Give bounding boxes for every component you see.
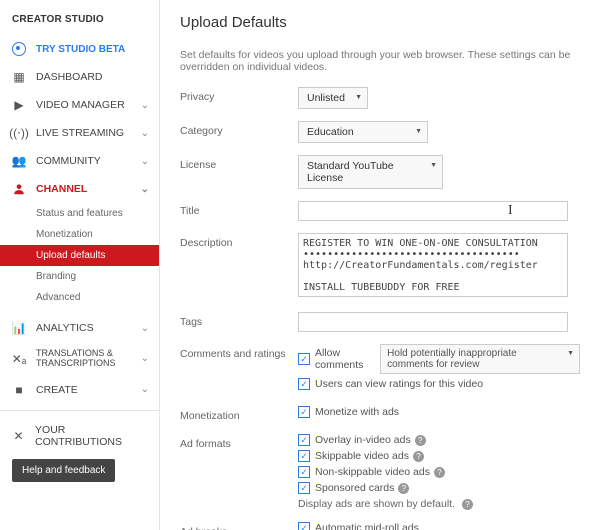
title-label: Title — [180, 201, 298, 217]
nav-video-manager-label: VIDEO MANAGER — [36, 99, 125, 111]
chevron-down-icon: ⌄ — [141, 384, 149, 395]
adformats-label: Ad formats — [180, 434, 298, 450]
nav-community-label: COMMUNITY — [36, 155, 101, 167]
help-feedback-button[interactable]: Help and feedback — [12, 459, 115, 482]
license-dropdown[interactable]: Standard YouTube License — [298, 155, 443, 189]
nonskippable-ads-text: Non-skippable video ads — [315, 466, 430, 478]
category-dropdown[interactable]: Education — [298, 121, 428, 143]
sponsored-cards-text: Sponsored cards — [315, 482, 394, 494]
help-icon[interactable]: ? — [462, 499, 473, 510]
nav-channel[interactable]: CHANNEL ⌄ — [0, 175, 159, 203]
nav-analytics-label: ANALYTICS — [36, 322, 94, 334]
text-cursor-icon: I — [508, 203, 513, 219]
license-label: License — [180, 155, 298, 171]
ratings-checkbox[interactable] — [298, 378, 310, 390]
comments-label: Comments and ratings — [180, 344, 298, 360]
sub-monetization[interactable]: Monetization — [0, 224, 159, 245]
live-icon: ((⋅)) — [12, 126, 26, 140]
chevron-down-icon: ⌄ — [141, 353, 149, 364]
nav-contributions[interactable]: ✕ YOUR CONTRIBUTIONS — [0, 417, 159, 455]
sub-status[interactable]: Status and features — [0, 203, 159, 224]
nav-video-manager[interactable]: ▶ VIDEO MANAGER ⌄ — [0, 91, 159, 119]
sub-advanced[interactable]: Advanced — [0, 287, 159, 308]
privacy-dropdown[interactable]: Unlisted — [298, 87, 368, 109]
display-ads-note: Display ads are shown by default. — [298, 498, 455, 510]
analytics-icon: 📊 — [12, 321, 26, 335]
dashboard-icon: ▦ — [12, 70, 26, 84]
sidebar-title: CREATOR STUDIO — [0, 8, 159, 35]
nav-live-streaming[interactable]: ((⋅)) LIVE STREAMING ⌄ — [0, 119, 159, 147]
nav-try-beta-label: TRY STUDIO BETA — [36, 44, 125, 55]
translate-icon: ✕ₐ — [12, 352, 26, 366]
contrib-icon: ✕ — [12, 429, 25, 443]
category-label: Category — [180, 121, 298, 137]
nav-create[interactable]: ■ CREATE ⌄ — [0, 376, 159, 404]
help-icon[interactable]: ? — [398, 483, 409, 494]
main-content: Upload Defaults Set defaults for videos … — [160, 0, 600, 530]
monetize-text: Monetize with ads — [315, 406, 399, 418]
tags-label: Tags — [180, 312, 298, 328]
ratings-text: Users can view ratings for this video — [315, 378, 483, 390]
nav-contributions-label: YOUR CONTRIBUTIONS — [35, 424, 147, 448]
nav-dashboard-label: DASHBOARD — [36, 71, 103, 83]
nav-translations[interactable]: ✕ₐ TRANSLATIONS & TRANSCRIPTIONS ⌄ — [0, 342, 159, 376]
help-icon[interactable]: ? — [415, 435, 426, 446]
skippable-ads-text: Skippable video ads — [315, 450, 409, 462]
privacy-label: Privacy — [180, 87, 298, 103]
monetization-label: Monetization — [180, 406, 298, 422]
midroll-text: Automatic mid-roll ads — [315, 522, 419, 530]
adbreaks-label: Ad breaks — [180, 522, 298, 530]
chevron-down-icon: ⌄ — [141, 184, 149, 195]
community-icon: 👥 — [12, 154, 26, 168]
title-input[interactable] — [298, 201, 568, 221]
description-textarea[interactable] — [298, 233, 568, 297]
description-label: Description — [180, 233, 298, 249]
sub-upload-defaults[interactable]: Upload defaults — [0, 245, 159, 266]
channel-icon — [12, 182, 26, 196]
sponsored-cards-checkbox[interactable] — [298, 482, 310, 494]
nav-translations-label: TRANSLATIONS & TRANSCRIPTIONS — [36, 349, 147, 369]
help-icon[interactable]: ? — [434, 467, 445, 478]
allow-comments-checkbox[interactable] — [298, 353, 310, 365]
overlay-ads-text: Overlay in-video ads — [315, 434, 411, 446]
skippable-ads-checkbox[interactable] — [298, 450, 310, 462]
nav-community[interactable]: 👥 COMMUNITY ⌄ — [0, 147, 159, 175]
allow-comments-text: Allow comments — [315, 347, 374, 371]
chevron-down-icon: ⌄ — [141, 323, 149, 334]
sub-branding[interactable]: Branding — [0, 266, 159, 287]
gear-icon — [12, 42, 26, 56]
sidebar: CREATOR STUDIO TRY STUDIO BETA ▦ DASHBOA… — [0, 0, 160, 530]
nav-dashboard[interactable]: ▦ DASHBOARD — [0, 63, 159, 91]
midroll-checkbox[interactable] — [298, 522, 310, 530]
moderation-dropdown[interactable]: Hold potentially inappropriate comments … — [380, 344, 580, 374]
nav-channel-label: CHANNEL — [36, 183, 87, 195]
create-icon: ■ — [12, 383, 26, 397]
intro-text: Set defaults for videos you upload throu… — [180, 49, 580, 73]
overlay-ads-checkbox[interactable] — [298, 434, 310, 446]
help-icon[interactable]: ? — [413, 451, 424, 462]
nav-analytics[interactable]: 📊 ANALYTICS ⌄ — [0, 314, 159, 342]
chevron-down-icon: ⌄ — [141, 128, 149, 139]
nonskippable-ads-checkbox[interactable] — [298, 466, 310, 478]
page-title: Upload Defaults — [180, 14, 580, 31]
chevron-down-icon: ⌄ — [141, 156, 149, 167]
nav-try-beta[interactable]: TRY STUDIO BETA — [0, 35, 159, 63]
monetize-checkbox[interactable] — [298, 406, 310, 418]
nav-create-label: CREATE — [36, 384, 78, 396]
chevron-down-icon: ⌄ — [141, 100, 149, 111]
video-icon: ▶ — [12, 98, 26, 112]
tags-input[interactable] — [298, 312, 568, 332]
nav-live-label: LIVE STREAMING — [36, 127, 124, 139]
